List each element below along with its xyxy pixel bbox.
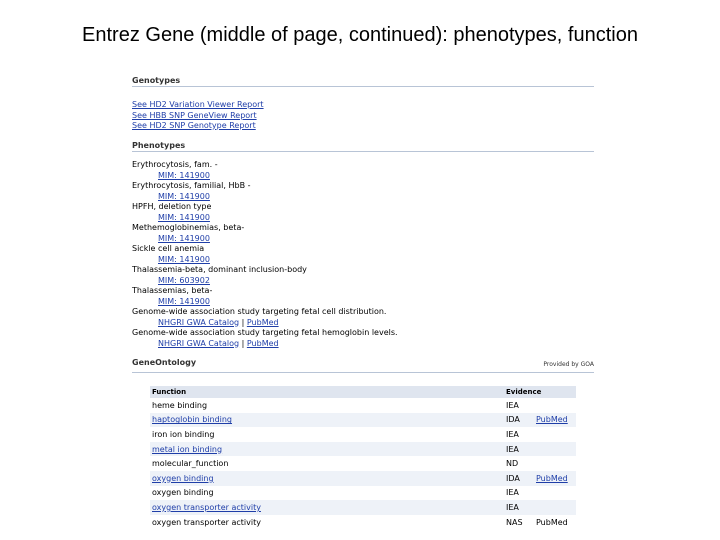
phenotypes-section: Phenotypes Erythrocytosis, fam. - MIM: 14… bbox=[132, 141, 594, 349]
genotype-row: See HD2 Variation Viewer Report bbox=[132, 100, 594, 111]
go-function-cell: oxygen binding bbox=[152, 488, 214, 498]
phenotype-link[interactable]: MIM: 141900 bbox=[158, 213, 210, 222]
phenotype-links: MIM: 141900 bbox=[132, 192, 594, 203]
genotypes-heading: Genotypes bbox=[132, 76, 594, 87]
genotype-report-link[interactable]: See HD2 Variation Viewer Report bbox=[132, 100, 264, 109]
phenotype-name: Erythrocytosis, familial, HbB - bbox=[132, 181, 251, 190]
go-pubmed-cell[interactable]: PubMed bbox=[534, 515, 576, 530]
table-row: molecular_function ND bbox=[150, 456, 576, 471]
gene-ontology-header: GeneOntology Provided by GOA bbox=[132, 358, 594, 368]
go-function-table: Function Evidence heme binding IEA haptogl… bbox=[150, 386, 576, 529]
genotype-report-link[interactable]: See HD2 SNP Genotype Report bbox=[132, 121, 256, 130]
section-divider bbox=[132, 372, 594, 373]
table-row: heme binding IEA bbox=[150, 398, 576, 413]
phenotype-name: Genome-wide association study targeting … bbox=[132, 307, 387, 316]
phenotype-link[interactable]: MIM: 141900 bbox=[158, 234, 210, 243]
phenotype-name: Methemoglobinemias, beta- bbox=[132, 223, 245, 232]
go-evidence-cell: IEA bbox=[506, 500, 534, 515]
go-evidence-cell: IEA bbox=[506, 429, 519, 439]
go-function-cell: iron ion binding bbox=[152, 429, 215, 439]
phenotype-links: NHGRI GWA Catalog | PubMed bbox=[158, 338, 279, 348]
go-function-cell[interactable]: haptoglobin binding bbox=[150, 412, 506, 428]
provided-by-goa[interactable]: Provided by GOA bbox=[543, 361, 594, 368]
entrez-gene-panel: Genotypes See HD2 Variation Viewer Repor… bbox=[132, 76, 594, 540]
go-pubmed-cell bbox=[534, 427, 576, 442]
phenotype-link[interactable]: MIM: 141900 bbox=[158, 255, 210, 264]
go-table-header: Function Evidence bbox=[150, 386, 576, 398]
go-pubmed-cell bbox=[534, 456, 576, 471]
phenotype-link[interactable]: MIM: 603902 bbox=[158, 276, 210, 285]
genotype-row: See HD2 SNP Genotype Report bbox=[132, 121, 594, 132]
go-evidence-cell: NAS bbox=[506, 517, 523, 527]
table-row: metal ion binding IEA bbox=[150, 441, 576, 457]
go-function-cell[interactable]: metal ion binding bbox=[150, 441, 506, 457]
phenotypes-list: Erythrocytosis, fam. - MIM: 141900 Erythro… bbox=[132, 160, 594, 349]
go-pubmed-cell bbox=[534, 500, 576, 515]
table-row: oxygen binding IDA PubMed bbox=[150, 470, 576, 486]
phenotype-links: MIM: 141900 bbox=[132, 255, 594, 266]
go-pubmed-cell[interactable]: PubMed bbox=[534, 412, 576, 428]
go-function-cell: heme binding bbox=[152, 400, 208, 410]
phenotype-links: MIM: 603902 bbox=[132, 276, 594, 287]
go-evidence-cell: IEA bbox=[506, 488, 519, 498]
phenotype-links: MIM: 141900 bbox=[132, 297, 594, 308]
phenotype-link[interactable]: PubMed bbox=[247, 339, 279, 348]
go-function-cell: oxygen transporter activity bbox=[152, 517, 261, 527]
go-pubmed-cell bbox=[534, 398, 576, 413]
phenotypes-heading: Phenotypes bbox=[132, 141, 594, 152]
phenotype-link[interactable]: NHGRI GWA Catalog bbox=[158, 318, 239, 327]
slide-title: Entrez Gene (middle of page, continued):… bbox=[82, 24, 638, 46]
phenotype-link[interactable]: NHGRI GWA Catalog bbox=[158, 339, 239, 348]
genotypes-link-list: See HD2 Variation Viewer Report See HBB S… bbox=[132, 100, 594, 132]
phenotype-links: MIM: 141900 bbox=[132, 171, 594, 182]
go-evidence-cell: IEA bbox=[506, 441, 534, 457]
phenotype-name: Thalassemias, beta- bbox=[132, 286, 213, 295]
table-row: oxygen binding IEA bbox=[150, 486, 576, 501]
go-evidence-cell: IEA bbox=[506, 400, 519, 410]
gene-ontology-heading: GeneOntology bbox=[132, 358, 197, 367]
go-function-cell[interactable]: oxygen transporter activity bbox=[150, 500, 506, 515]
go-function-cell[interactable]: oxygen binding bbox=[150, 470, 506, 486]
phenotype-name: Sickle cell anemia bbox=[132, 244, 205, 253]
go-evidence-cell: ND bbox=[506, 459, 519, 469]
phenotype-link[interactable]: MIM: 141900 bbox=[158, 171, 210, 180]
go-evidence-cell: IDA bbox=[506, 412, 534, 428]
go-pubmed-cell bbox=[534, 486, 576, 501]
phenotype-name: Thalassemia-beta, dominant inclusion-bod… bbox=[132, 265, 307, 274]
genotype-row: See HBB SNP GeneView Report bbox=[132, 111, 594, 122]
phenotype-links: MIM: 141900 bbox=[132, 213, 594, 224]
phenotype-link[interactable]: MIM: 141900 bbox=[158, 192, 210, 201]
table-row: oxygen transporter activity NAS PubMed bbox=[150, 515, 576, 530]
phenotype-link[interactable]: PubMed bbox=[247, 318, 279, 327]
phenotype-links: MIM: 141900 bbox=[132, 234, 594, 245]
go-function-cell: molecular_function bbox=[152, 459, 229, 469]
phenotype-link[interactable]: MIM: 141900 bbox=[158, 297, 210, 306]
phenotype-name: Erythrocytosis, fam. - bbox=[132, 160, 218, 169]
table-row: oxygen transporter activity IEA bbox=[150, 500, 576, 515]
genotype-report-link[interactable]: See HBB SNP GeneView Report bbox=[132, 111, 257, 120]
column-header-evidence: Evidence bbox=[506, 386, 576, 398]
phenotype-links: NHGRI GWA Catalog | PubMed bbox=[158, 317, 279, 327]
phenotype-name: Genome-wide association study targeting … bbox=[132, 328, 398, 337]
genotypes-section: Genotypes See HD2 Variation Viewer Repor… bbox=[132, 76, 594, 132]
go-pubmed-cell bbox=[534, 441, 576, 457]
go-pubmed-cell[interactable]: PubMed bbox=[534, 470, 576, 486]
phenotype-name: HPFH, deletion type bbox=[132, 202, 212, 211]
go-evidence-cell: IDA bbox=[506, 470, 534, 486]
table-row: haptoglobin binding IDA PubMed bbox=[150, 412, 576, 428]
column-header-function: Function bbox=[150, 386, 506, 398]
table-row: iron ion binding IEA bbox=[150, 427, 576, 442]
